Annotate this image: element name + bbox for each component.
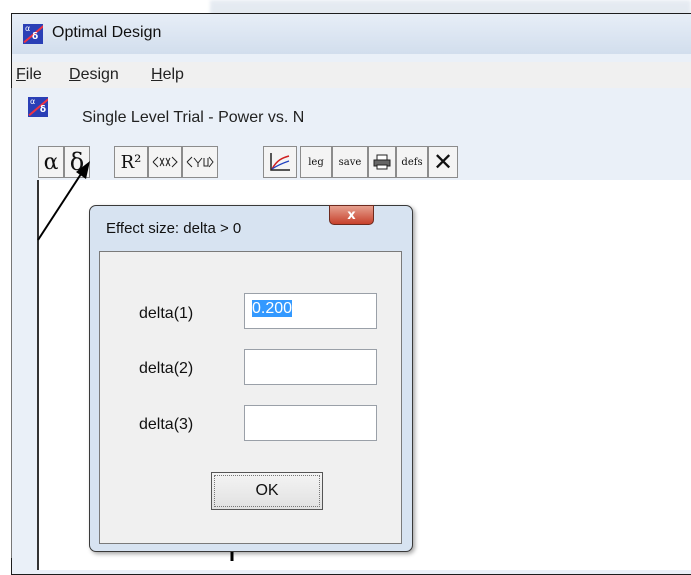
delta-button[interactable]: δ: [64, 146, 90, 178]
dialog-close-button[interactable]: x: [329, 205, 374, 225]
menu-file[interactable]: File: [16, 66, 42, 84]
sigma-within-icon: [186, 156, 214, 168]
print-button[interactable]: [368, 146, 396, 178]
toolbar: α δ R² leg save defs ✕: [38, 146, 691, 180]
close-graph-button[interactable]: ✕: [428, 146, 458, 178]
save-button[interactable]: save: [332, 146, 368, 178]
defaults-button[interactable]: defs: [396, 146, 428, 178]
dialog-title: Effect size: delta > 0: [106, 220, 242, 237]
delta-2-label: delta(2): [139, 360, 194, 377]
sigma-between-button[interactable]: [148, 146, 182, 178]
delta-1-input[interactable]: 0.200: [244, 293, 377, 329]
delta-3-input[interactable]: [244, 405, 377, 441]
legend-button[interactable]: leg: [300, 146, 332, 178]
alpha-button[interactable]: α: [38, 146, 64, 178]
delta-1-label: delta(1): [139, 305, 194, 322]
sigma-within-button[interactable]: [182, 146, 218, 178]
menu-help[interactable]: Help: [151, 66, 184, 84]
app-icon: αδ: [23, 24, 43, 44]
delta-2-input[interactable]: [244, 349, 377, 385]
child-window-title: Single Level Trial - Power vs. N: [82, 109, 305, 126]
title-bar[interactable]: αδ Optimal Design: [12, 14, 691, 54]
delta-3-label: delta(3): [139, 416, 194, 433]
close-icon: x: [347, 207, 356, 223]
r-squared-button[interactable]: R²: [114, 146, 148, 178]
ok-button[interactable]: OK: [211, 472, 323, 510]
graph-icon: [270, 153, 290, 171]
dialog-body: delta(1) 0.200 delta(2) delta(3) OK: [99, 251, 402, 544]
child-window-icon: α δ: [28, 97, 48, 117]
graph-button[interactable]: [263, 146, 297, 178]
menu-design[interactable]: Design: [69, 66, 119, 84]
window-title: Optimal Design: [52, 24, 162, 41]
menu-bar: File Design Help: [12, 62, 691, 90]
effect-size-dialog: Effect size: delta > 0 x delta(1) 0.200 …: [89, 205, 413, 552]
sigma-between-icon: [152, 156, 178, 168]
printer-icon: [373, 154, 391, 170]
